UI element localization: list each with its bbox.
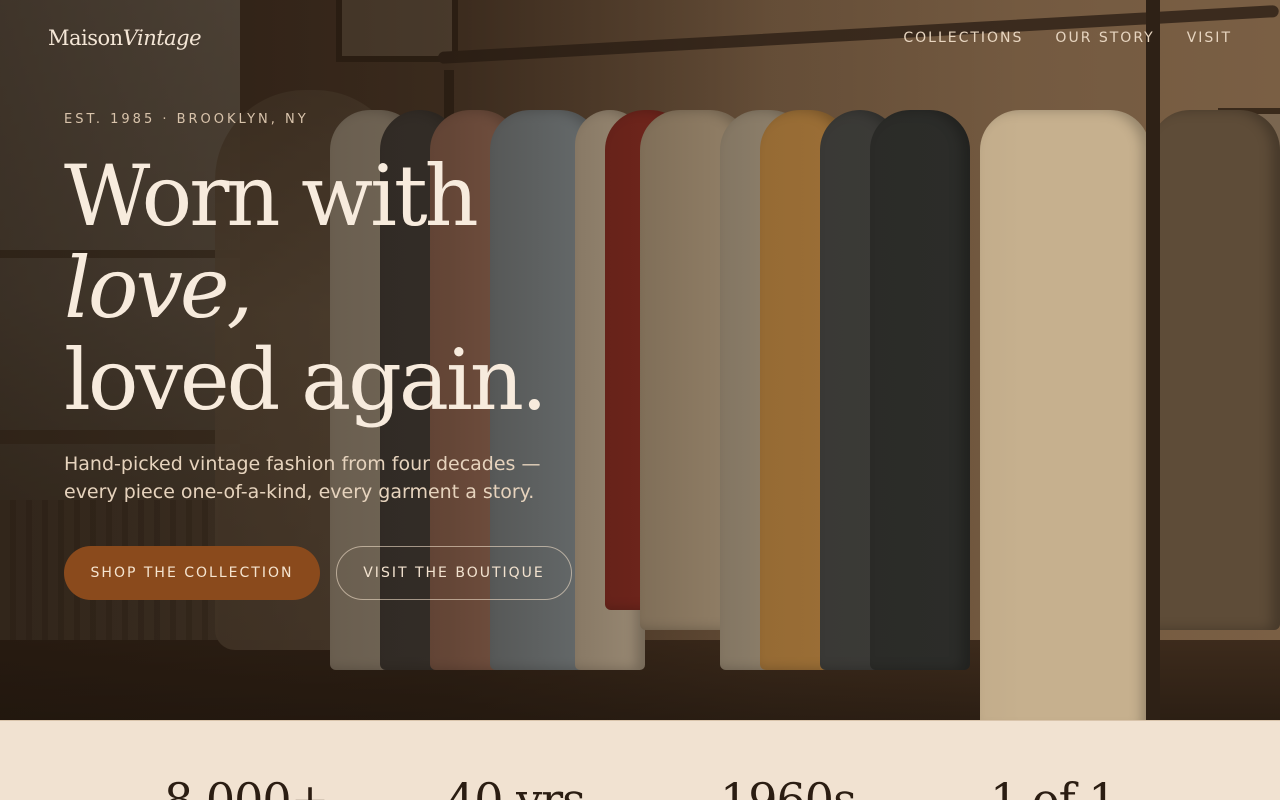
- subtitle-line-1: Hand-picked vintage fashion from four de…: [64, 453, 541, 475]
- stat-unique: 1 of 1: [990, 773, 1117, 800]
- hero-eyebrow: EST. 1985 · BROOKLYN, NY: [64, 112, 309, 127]
- hero-headline: Worn with love, loved again.: [64, 147, 548, 429]
- subtitle-line-2: every piece one-of-a-kind, every garment…: [64, 481, 535, 503]
- visit-boutique-button[interactable]: VISIT THE BOUTIQUE: [336, 546, 572, 600]
- headline-line-2: love,: [64, 239, 253, 337]
- stat-years: 40 yrs: [446, 773, 586, 800]
- stat-pieces: 8,000+: [164, 773, 329, 800]
- brand-name-italic: Vintage: [122, 26, 202, 50]
- nav-link-our-story[interactable]: OUR STORY: [1055, 30, 1154, 46]
- hero-section: MaisonVintage COLLECTIONS OUR STORY VISI…: [0, 0, 1280, 720]
- shop-collection-button[interactable]: SHOP THE COLLECTION: [64, 546, 320, 600]
- nav-link-collections[interactable]: COLLECTIONS: [903, 30, 1023, 46]
- nav-links: COLLECTIONS OUR STORY VISIT: [903, 30, 1232, 46]
- headline-line-1: Worn with: [64, 147, 479, 245]
- hero-subtitle: Hand-picked vintage fashion from four de…: [64, 450, 604, 506]
- nav-link-visit[interactable]: VISIT: [1187, 30, 1232, 46]
- brand-logo[interactable]: MaisonVintage: [48, 26, 202, 50]
- brand-name-regular: Maison: [48, 26, 123, 50]
- stat-era: 1960s: [720, 773, 857, 800]
- top-nav: MaisonVintage COLLECTIONS OUR STORY VISI…: [0, 0, 1280, 80]
- headline-line-3: loved again.: [64, 331, 548, 429]
- stats-bar: 8,000+ 40 yrs 1960s 1 of 1: [0, 720, 1280, 800]
